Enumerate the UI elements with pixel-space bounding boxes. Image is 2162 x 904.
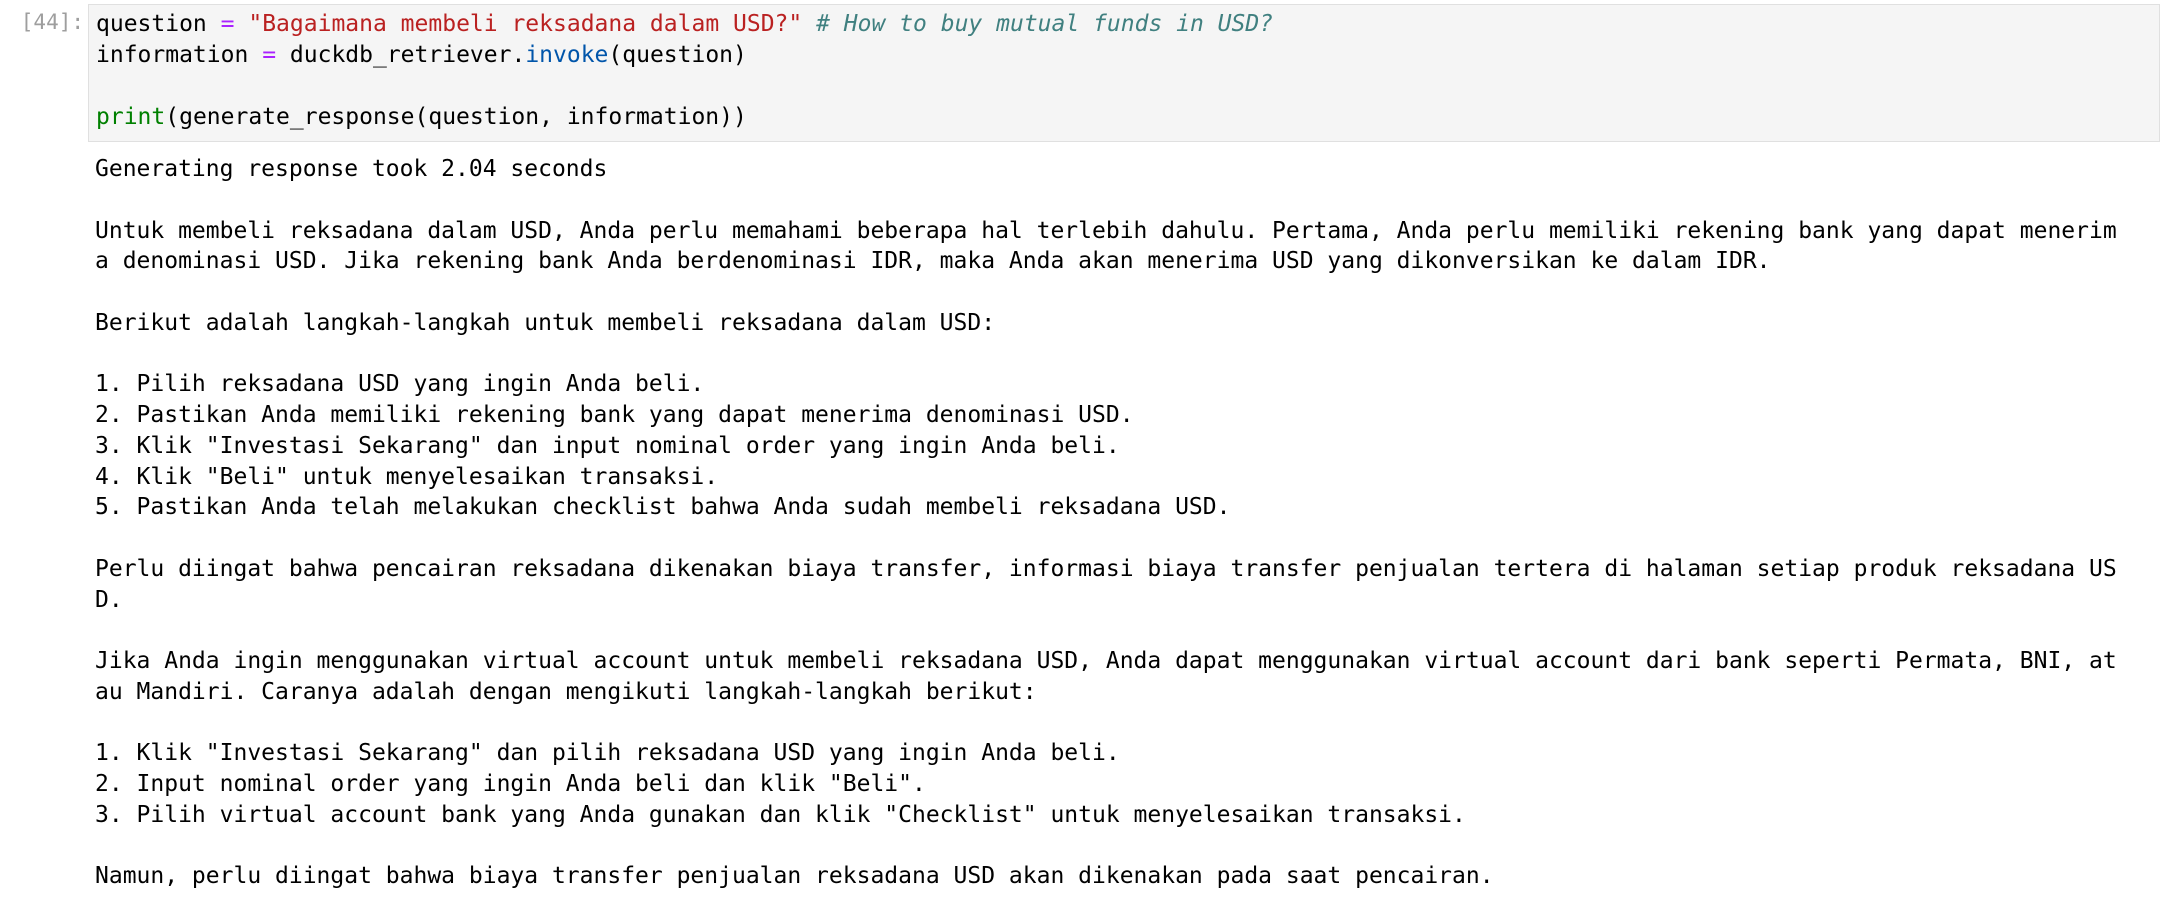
assign-operator: = <box>220 11 235 37</box>
code-line-2: information = duckdb_retriever.invoke(qu… <box>96 42 747 68</box>
output-line: Jika Anda ingin menggunakan virtual acco… <box>95 648 2117 674</box>
output-line: 3. Pilih virtual account bank yang Anda … <box>95 801 1466 828</box>
output-line: Namun, perlu diingat bahwa biaya transfe… <box>95 863 1494 890</box>
output-line: a denominasi USD. Jika rekening bank And… <box>95 248 1771 275</box>
code-input-area[interactable]: question = "Bagaimana membeli reksadana … <box>88 4 2160 142</box>
output-line: Berikut adalah langkah-langkah untuk mem… <box>95 309 996 336</box>
output-line: Untuk membeli reksadana dalam USD, Anda … <box>95 217 2117 244</box>
invoke-method: invoke <box>525 42 609 68</box>
var-question: question <box>96 11 207 37</box>
output-line: 4. Klik "Beli" untuk menyelesaikan trans… <box>95 463 719 490</box>
code-editor[interactable]: question = "Bagaimana membeli reksadana … <box>96 9 1273 133</box>
retriever-object: duckdb_retriever. <box>289 42 526 68</box>
invoke-args: (question) <box>608 42 747 68</box>
code-comment: # How to buy mutual funds in USD? <box>816 11 1274 37</box>
code-line-4: print(generate_response(question, inform… <box>96 104 747 130</box>
output-line: Perlu diingat bahwa pencairan reksadana … <box>95 555 2117 582</box>
execution-count: [44]: <box>20 10 84 34</box>
print-builtin: print <box>96 104 166 130</box>
output-line: 3. Klik "Investasi Sekarang" dan input n… <box>95 432 1120 459</box>
output-line: 2. Input nominal order yang ingin Anda b… <box>95 771 926 797</box>
output-line: 2. Pastikan Anda memiliki rekening bank … <box>95 402 1134 428</box>
assign-operator: = <box>262 42 277 68</box>
print-args: (generate_response(question, information… <box>165 104 747 130</box>
code-line-1: question = "Bagaimana membeli reksadana … <box>96 11 1273 37</box>
output-line: Generating response took 2.04 seconds <box>95 156 608 182</box>
output-line: 1. Klik "Investasi Sekarang" dan pilih r… <box>95 740 1120 767</box>
output-line: au Mandiri. Caranya adalah dengan mengik… <box>95 678 1037 705</box>
output-line: D. <box>95 586 123 613</box>
question-string: "Bagaimana membeli reksadana dalam USD?" <box>248 11 803 37</box>
output-line: 1. Pilih reksadana USD yang ingin Anda b… <box>95 371 705 398</box>
cell-output: Generating response took 2.04 seconds Un… <box>95 154 2157 892</box>
var-information: information <box>96 42 249 68</box>
output-line: 5. Pastikan Anda telah melakukan checkli… <box>95 494 1231 521</box>
